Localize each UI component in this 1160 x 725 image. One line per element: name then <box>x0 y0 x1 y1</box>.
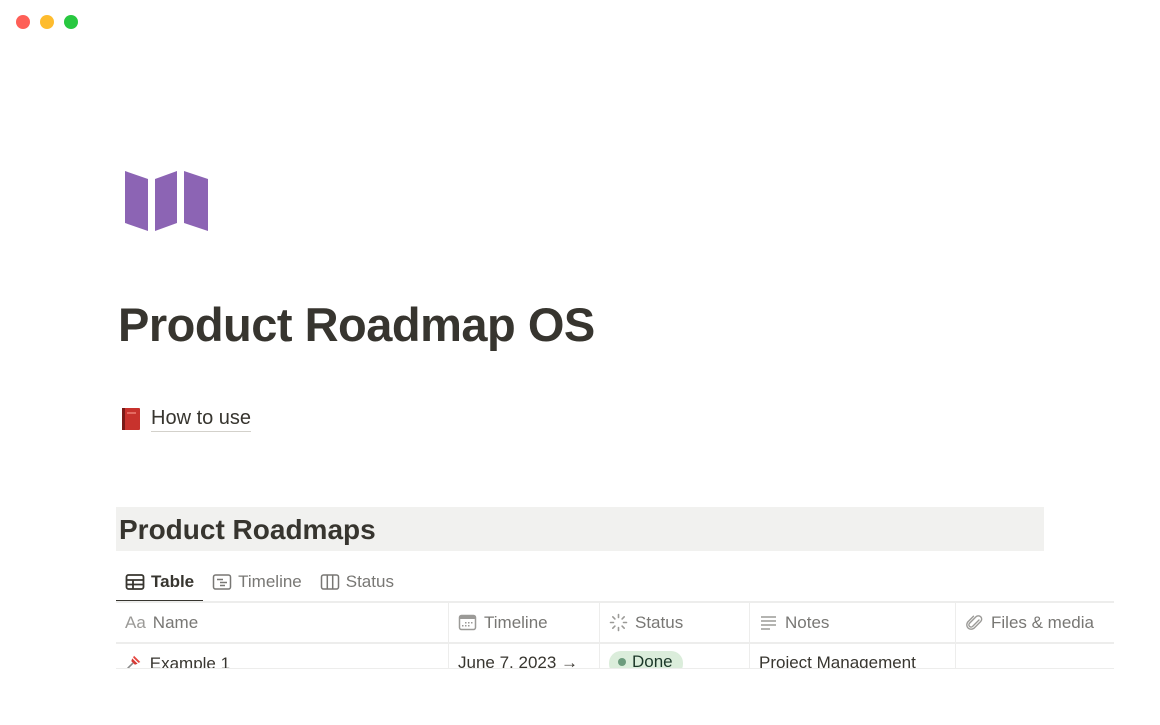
red-book-icon <box>120 406 142 432</box>
tab-table[interactable]: Table <box>116 562 204 603</box>
row-status-cell[interactable]: Done <box>600 644 750 670</box>
close-window-button[interactable] <box>16 15 30 29</box>
database-title[interactable]: Product Roadmaps <box>119 514 376 546</box>
how-to-use-label[interactable]: How to use <box>151 407 252 432</box>
roadmap-table: Aa Name Timeline Status Notes Files & me… <box>116 603 1114 670</box>
notes-icon <box>761 616 776 630</box>
column-header-files[interactable]: Files & media <box>956 603 1114 642</box>
view-tabs: Table Timeline Status <box>116 562 403 603</box>
board-icon <box>320 574 339 590</box>
tab-status-label: Status <box>345 572 394 591</box>
column-header-status[interactable]: Status <box>600 603 750 642</box>
column-header-name[interactable]: Aa Name <box>116 603 449 642</box>
minimize-window-button[interactable] <box>40 15 54 29</box>
column-label: Files & media <box>991 612 1094 632</box>
viewport-bottom <box>0 669 1160 725</box>
table-row[interactable]: Example 1 June 7, 2023 → Done Project Ma… <box>116 644 1114 670</box>
text-type-icon: Aa <box>125 612 146 632</box>
tab-table-label: Table <box>151 572 195 591</box>
tab-timeline-label: Timeline <box>238 572 302 591</box>
tab-status[interactable]: Status <box>311 562 403 602</box>
database-header: Product Roadmaps <box>116 507 1044 551</box>
row-files-cell[interactable] <box>956 644 1114 670</box>
map-icon[interactable] <box>124 170 210 232</box>
window-controls <box>16 15 78 29</box>
column-label: Notes <box>785 612 830 632</box>
column-label: Name <box>152 612 199 632</box>
column-label: Timeline <box>484 612 548 632</box>
table-header: Aa Name Timeline Status Notes Files & me… <box>116 603 1114 644</box>
table-icon <box>125 574 145 590</box>
status-icon <box>609 613 628 632</box>
row-timeline-cell[interactable]: June 7, 2023 → <box>449 644 600 670</box>
status-dot-icon <box>618 658 626 666</box>
row-notes-cell[interactable]: Project Management <box>750 644 956 670</box>
page-title: Product Roadmap OS <box>118 298 595 351</box>
maximize-window-button[interactable] <box>64 15 78 29</box>
calendar-icon <box>458 614 477 631</box>
paperclip-icon <box>966 615 983 630</box>
how-to-use-link[interactable]: How to use <box>120 406 252 432</box>
timeline-icon <box>212 574 232 590</box>
row-name-cell[interactable]: Example 1 <box>116 644 449 670</box>
column-label: Status <box>635 612 684 632</box>
column-header-notes[interactable]: Notes <box>750 603 956 642</box>
tab-timeline[interactable]: Timeline <box>203 562 311 602</box>
column-header-timeline[interactable]: Timeline <box>449 603 600 642</box>
